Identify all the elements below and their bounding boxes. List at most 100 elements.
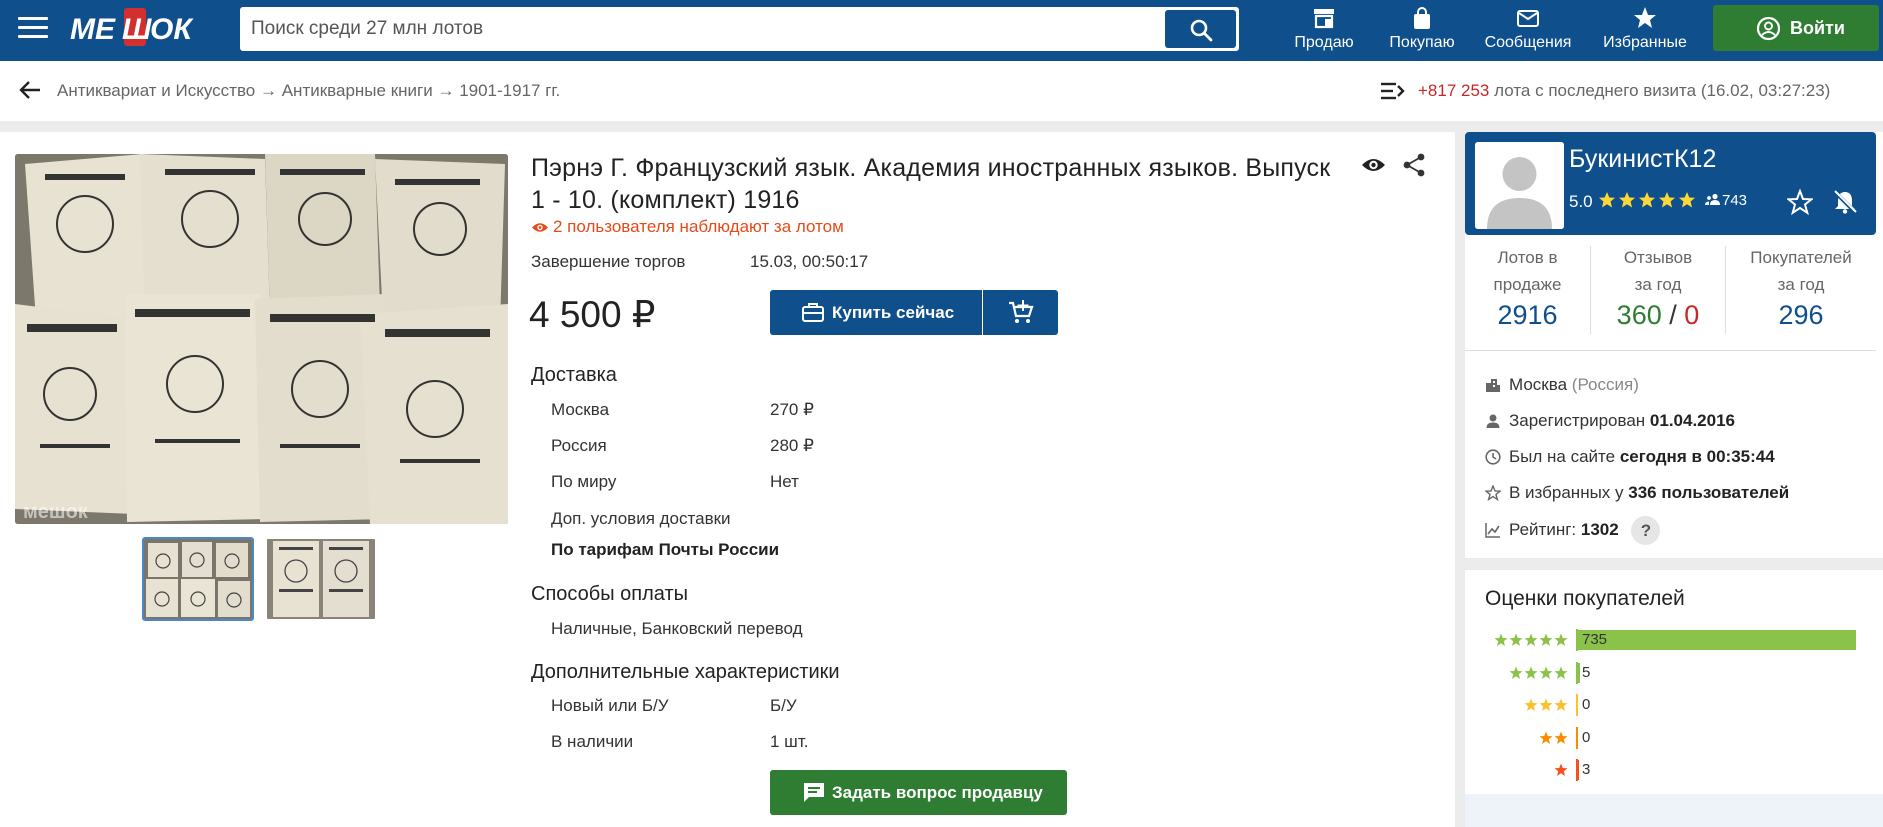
site-logo[interactable]: МЕ Ш ОК: [70, 6, 200, 52]
lot-main-image[interactable]: мешок: [15, 154, 508, 524]
lot-price: 4 500 ₽: [529, 294, 656, 335]
delivery-extra-label: Доп. условия доставки: [551, 509, 731, 528]
star-outline-icon: [1485, 485, 1501, 501]
nav-sell[interactable]: Продаю: [1287, 4, 1361, 56]
seller-rating-value: 5.0: [1569, 192, 1593, 211]
rating-count: 0: [1582, 728, 1591, 746]
watch-eye-icon[interactable]: [1361, 156, 1386, 174]
stock-label: В наличии: [551, 732, 634, 751]
trending-chart-icon: [1485, 522, 1500, 538]
seller-registered-label: Зарегистрирован: [1509, 411, 1646, 430]
buy-now-button[interactable]: Купить сейчас: [770, 290, 982, 335]
share-icon[interactable]: [1402, 152, 1426, 178]
seller-rating-label: Рейтинг:: [1509, 519, 1577, 539]
section-gap: [1465, 558, 1883, 570]
add-to-cart-icon: [1009, 300, 1034, 323]
stat-buyers-year[interactable]: Покупателей за год 296: [1726, 244, 1876, 329]
buyer-rating-row-4-stars[interactable]: 5: [1465, 661, 1883, 684]
rating-stars-icon: [1554, 763, 1568, 776]
add-to-cart-button[interactable]: [983, 290, 1058, 335]
thumbnail-2[interactable]: [265, 537, 377, 621]
buyer-rating-row-5-stars[interactable]: 735: [1465, 629, 1883, 651]
buyer-rating-row-1-stars[interactable]: 3: [1465, 759, 1883, 781]
login-button[interactable]: Войти: [1713, 5, 1879, 51]
nav-favorites-label: Избранные: [1603, 34, 1687, 51]
seller-avatar[interactable]: [1475, 142, 1564, 229]
condition-label: Новый или Б/У: [551, 696, 669, 715]
search-icon: [1190, 19, 1213, 42]
stat-reviews-year[interactable]: Отзывов за год 360 / 0: [1591, 244, 1725, 329]
delivery-extra-value: По тарифам Почты России: [551, 540, 780, 559]
ask-seller-button[interactable]: Задать вопрос продавцу: [770, 770, 1067, 815]
nav-buy-label: Покупаю: [1389, 34, 1455, 51]
seller-rating-number: 1302: [1580, 519, 1619, 539]
delivery-moscow-value: 270 ₽: [770, 400, 814, 419]
seller-favorites-label: В избранных у: [1509, 483, 1624, 502]
clock-icon: [1485, 449, 1501, 465]
payment-heading: Способы оплаты: [531, 583, 688, 605]
stat-lots-label-1: Лотов в: [1497, 248, 1558, 267]
store-icon: [1314, 9, 1334, 29]
login-label: Войти: [1790, 18, 1845, 38]
rating-axis: [1576, 694, 1578, 716]
seller-reviews-count[interactable]: 743: [1705, 192, 1747, 209]
search-button[interactable]: [1165, 10, 1236, 48]
new-lots-text: лота с последнего визита (16.02, 03:27:2…: [1494, 81, 1831, 100]
seller-location: Москва (Россия): [1485, 375, 1639, 395]
rating-stars-icon: [1539, 731, 1568, 744]
nav-messages-label: Сообщения: [1484, 34, 1572, 51]
seller-name[interactable]: БукинистК12: [1569, 145, 1716, 174]
lot-title: Пэрнэ Г. Французский язык. Академия инос…: [531, 154, 1331, 214]
stat-lots-value: 2916: [1497, 300, 1558, 330]
delivery-russia-label: Россия: [551, 436, 607, 455]
panel-footer: [1465, 794, 1883, 827]
divider: [1465, 350, 1876, 351]
stat-reviews-label-2: за год: [1634, 275, 1682, 294]
stat-lots-for-sale[interactable]: Лотов в продаже 2916: [1465, 244, 1590, 329]
favorite-seller-star-icon[interactable]: [1787, 189, 1813, 215]
delivery-moscow-label: Москва: [551, 400, 610, 419]
breadcrumb-item-antiques[interactable]: Антиквариат и Искусство: [57, 81, 255, 100]
watchers-info: 2 пользователя наблюдают за лотом: [531, 217, 844, 237]
seller-last-seen-value: сегодня в 00:35:44: [1619, 447, 1775, 466]
stat-buyers-label-2: за год: [1777, 275, 1825, 294]
rating-help-button[interactable]: ?: [1631, 516, 1661, 545]
nav-favorites[interactable]: Избранные: [1598, 4, 1692, 56]
search-box: [240, 7, 1239, 51]
eye-icon: [532, 223, 548, 232]
rating-count: 5: [1582, 663, 1591, 681]
rating-bar: [1578, 630, 1856, 650]
search-input[interactable]: [241, 8, 1166, 50]
breadcrumb-item-antique-books[interactable]: Антикварные книги: [282, 81, 433, 100]
seller-reviews-count-value: 743: [1722, 192, 1748, 209]
breadcrumb: Антиквариат и Искусство → Антикварные кн…: [57, 81, 560, 101]
seller-last-seen-label: Был на сайте: [1509, 447, 1616, 466]
stat-reviews-negative: 0: [1684, 300, 1700, 330]
top-header: МЕ Ш ОК Продаю Покупаю Сообщения Избранн…: [0, 0, 1883, 61]
menu-icon[interactable]: [18, 17, 48, 41]
nav-sell-label: Продаю: [1294, 34, 1354, 51]
breadcrumb-separator: →: [259, 81, 277, 100]
star-icon: [1634, 7, 1656, 28]
city-icon: [1486, 379, 1500, 392]
nav-buy[interactable]: Покупаю: [1382, 4, 1462, 56]
back-arrow-icon[interactable]: [18, 79, 42, 101]
nav-messages[interactable]: Сообщения: [1480, 4, 1576, 56]
thumbnail-1[interactable]: [142, 537, 254, 621]
stat-lots-label-2: продаже: [1493, 275, 1562, 294]
payment-value: Наличные, Банковский перевод: [551, 619, 803, 638]
breadcrumb-separator: →: [437, 81, 455, 100]
buyer-rating-row-3-stars[interactable]: 0: [1465, 694, 1883, 716]
seller-registered-date: 01.04.2016: [1649, 411, 1735, 430]
seller-rating: Рейтинг: 1302 ?: [1485, 516, 1661, 545]
new-lots-menu-icon[interactable]: [1380, 80, 1406, 102]
buyer-rating-row-2-stars[interactable]: 0: [1465, 726, 1883, 749]
delivery-russia-value: 280 ₽: [770, 436, 814, 455]
buyer-ratings-heading: Оценки покупателей: [1485, 587, 1685, 610]
stat-reviews-positive: 360: [1616, 300, 1662, 330]
new-lots-since-visit[interactable]: +817 253 лота с последнего визита (16.02…: [1418, 81, 1830, 101]
seller-rating-stars-icon: [1599, 192, 1695, 208]
notifications-off-bell-icon[interactable]: [1832, 189, 1858, 215]
chat-icon: [804, 783, 824, 802]
breadcrumb-item-period[interactable]: 1901-1917 гг.: [459, 81, 560, 100]
